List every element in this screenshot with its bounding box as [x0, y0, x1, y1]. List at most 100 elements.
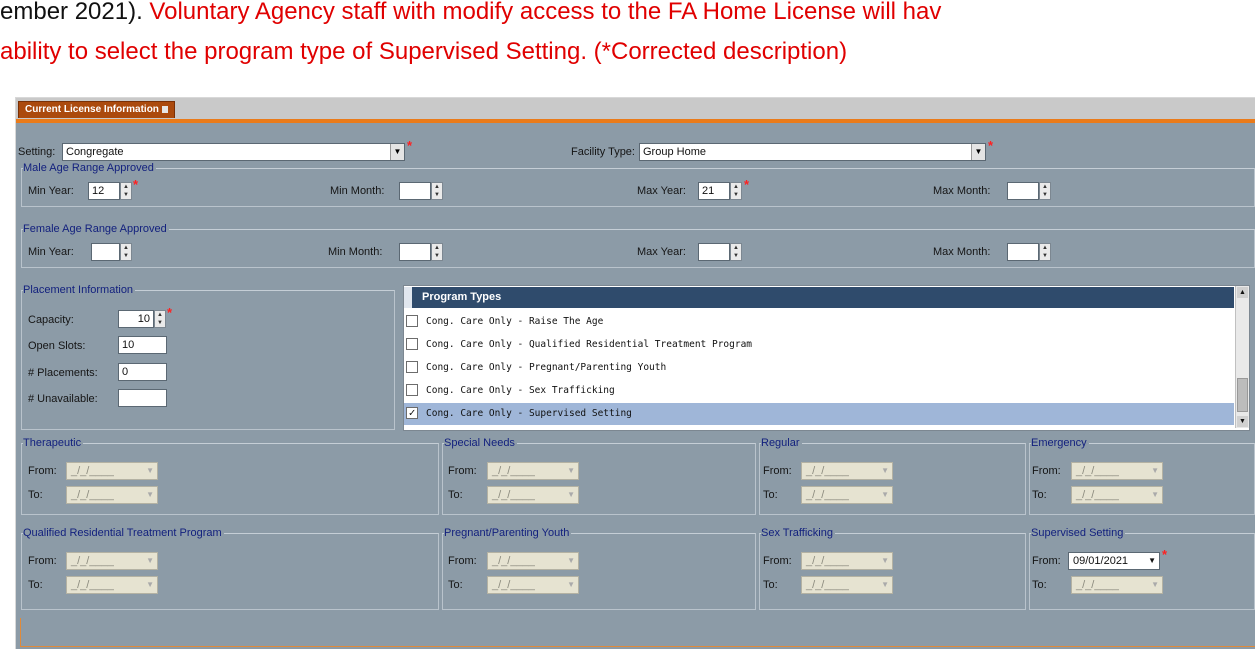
- unavailable-label: # Unavailable:: [28, 393, 98, 405]
- chevron-down-icon[interactable]: ▼: [567, 553, 575, 569]
- female-min-month-spinner[interactable]: ▲ ▼: [431, 243, 443, 261]
- bottom-frame: [20, 618, 1255, 647]
- female-min-month-input[interactable]: [399, 243, 431, 261]
- checkbox[interactable]: [406, 384, 418, 396]
- date-value: 09/01/2021: [1073, 555, 1129, 567]
- chevron-down-icon[interactable]: ▼: [390, 144, 404, 160]
- sex-trafficking-to-date[interactable]: _/_/____ ▼: [801, 576, 893, 594]
- list-item[interactable]: Cong. Care Only - Raise The Age: [404, 311, 1234, 334]
- chevron-down-icon[interactable]: ▼: [1151, 463, 1159, 479]
- sex-trafficking-group: [759, 533, 1026, 610]
- regular-title: Regular: [761, 437, 802, 449]
- male-min-year-spinner[interactable]: ▲ ▼: [120, 182, 132, 200]
- list-item[interactable]: Cong. Care Only - Qualified Residential …: [404, 334, 1234, 357]
- date-value: _/_/____: [492, 555, 535, 567]
- placement-group: [21, 290, 395, 430]
- chevron-down-icon[interactable]: ▼: [971, 144, 985, 160]
- list-item[interactable]: Cong. Care Only - Pregnant/Parenting You…: [404, 357, 1234, 380]
- sex-trafficking-from-date[interactable]: _/_/____ ▼: [801, 552, 893, 570]
- female-min-year-spinner[interactable]: ▲ ▼: [120, 243, 132, 261]
- emergency-title: Emergency: [1031, 437, 1089, 449]
- vertical-scrollbar[interactable]: ▲ ▼: [1235, 286, 1249, 428]
- female-max-year-label: Max Year:: [637, 246, 686, 258]
- female-min-year-input[interactable]: [91, 243, 120, 261]
- from-label: From:: [1032, 465, 1061, 477]
- chevron-down-icon[interactable]: ▼: [881, 463, 889, 479]
- female-min-month-label: Min Month:: [328, 246, 383, 258]
- open-slots-input[interactable]: 10: [118, 336, 167, 354]
- scroll-down-icon[interactable]: ▼: [1237, 416, 1248, 427]
- male-max-month-spinner[interactable]: ▲ ▼: [1039, 182, 1051, 200]
- chevron-down-icon[interactable]: ▼: [1151, 487, 1159, 503]
- chevron-down-icon[interactable]: ▼: [146, 553, 154, 569]
- female-max-year-input[interactable]: [698, 243, 730, 261]
- male-min-month-input[interactable]: [399, 182, 431, 200]
- setting-label: Setting:: [18, 146, 56, 158]
- unavailable-input[interactable]: [118, 389, 167, 407]
- chevron-down-icon[interactable]: ▼: [881, 577, 889, 593]
- chevron-down-icon[interactable]: ▼: [881, 553, 889, 569]
- from-label: From:: [763, 465, 792, 477]
- chevron-down-icon[interactable]: ▼: [567, 487, 575, 503]
- chevron-down-icon[interactable]: ▼: [146, 577, 154, 593]
- chevron-down-icon[interactable]: ▼: [146, 487, 154, 503]
- checkbox[interactable]: [406, 361, 418, 373]
- date-value: _/_/____: [71, 489, 114, 501]
- pregnant-from-date[interactable]: _/_/____ ▼: [487, 552, 579, 570]
- chevron-down-icon[interactable]: ▼: [567, 463, 575, 479]
- list-item-selected[interactable]: ✓ Cong. Care Only - Supervised Setting: [404, 403, 1234, 426]
- female-max-month-spinner[interactable]: ▲ ▼: [1039, 243, 1051, 261]
- emergency-from-date[interactable]: _/_/____ ▼: [1071, 462, 1163, 480]
- male-max-year-input[interactable]: 21: [698, 182, 730, 200]
- male-max-month-input[interactable]: [1007, 182, 1039, 200]
- scroll-thumb[interactable]: [1237, 378, 1248, 412]
- male-min-month-spinner[interactable]: ▲ ▼: [431, 182, 443, 200]
- chevron-down-icon[interactable]: ▼: [567, 577, 575, 593]
- checkbox[interactable]: [406, 338, 418, 350]
- female-max-month-input[interactable]: [1007, 243, 1039, 261]
- required-marker: *: [407, 138, 413, 153]
- setting-select[interactable]: Congregate ▼: [62, 143, 405, 161]
- capacity-input[interactable]: 10: [118, 310, 154, 328]
- male-max-year-spinner[interactable]: ▲ ▼: [730, 182, 742, 200]
- qrtp-title: Qualified Residential Treatment Program: [23, 527, 224, 539]
- regular-from-date[interactable]: _/_/____ ▼: [801, 462, 893, 480]
- scroll-up-icon[interactable]: ▲: [1237, 287, 1248, 298]
- male-min-year-input[interactable]: 12: [88, 182, 120, 200]
- list-item-label: Cong. Care Only - Sex Trafficking: [426, 385, 615, 396]
- checkbox[interactable]: [406, 315, 418, 327]
- female-max-year-spinner[interactable]: ▲ ▼: [730, 243, 742, 261]
- open-slots-label: Open Slots:: [28, 340, 86, 352]
- facility-type-select[interactable]: Group Home ▼: [639, 143, 986, 161]
- row-selector-column: [404, 287, 412, 308]
- supervised-to-date[interactable]: _/_/____ ▼: [1071, 576, 1163, 594]
- special-needs-to-date[interactable]: _/_/____ ▼: [487, 486, 579, 504]
- to-label: To:: [1032, 489, 1047, 501]
- emergency-to-date[interactable]: _/_/____ ▼: [1071, 486, 1163, 504]
- list-item[interactable]: Cong. Care Only - Sex Trafficking: [404, 380, 1234, 403]
- regular-to-date[interactable]: _/_/____ ▼: [801, 486, 893, 504]
- qrtp-to-date[interactable]: _/_/____ ▼: [66, 576, 158, 594]
- date-value: _/_/____: [1076, 579, 1119, 591]
- placements-input[interactable]: 0: [118, 363, 167, 381]
- supervised-from-date[interactable]: 09/01/2021 ▼: [1068, 552, 1160, 570]
- required-marker: *: [133, 177, 139, 192]
- capacity-spinner[interactable]: ▲ ▼: [154, 310, 166, 328]
- tab-current-license[interactable]: Current License Information: [18, 101, 175, 118]
- therapeutic-from-date[interactable]: _/_/____ ▼: [66, 462, 158, 480]
- pregnant-to-date[interactable]: _/_/____ ▼: [487, 576, 579, 594]
- chevron-down-icon[interactable]: ▼: [1148, 553, 1156, 569]
- chevron-down-icon[interactable]: ▼: [1151, 577, 1159, 593]
- program-types-header-label: Program Types: [422, 291, 502, 303]
- checkbox-checked[interactable]: ✓: [406, 407, 418, 419]
- therapeutic-to-date[interactable]: _/_/____ ▼: [66, 486, 158, 504]
- qrtp-from-date[interactable]: _/_/____ ▼: [66, 552, 158, 570]
- chevron-down-icon[interactable]: ▼: [146, 463, 154, 479]
- sex-trafficking-title: Sex Trafficking: [761, 527, 835, 539]
- date-value: _/_/____: [492, 579, 535, 591]
- to-label: To:: [28, 489, 43, 501]
- chevron-down-icon[interactable]: ▼: [881, 487, 889, 503]
- special-needs-from-date[interactable]: _/_/____ ▼: [487, 462, 579, 480]
- doc-line-1-black: ember 2021).: [0, 0, 150, 25]
- from-label: From:: [28, 555, 57, 567]
